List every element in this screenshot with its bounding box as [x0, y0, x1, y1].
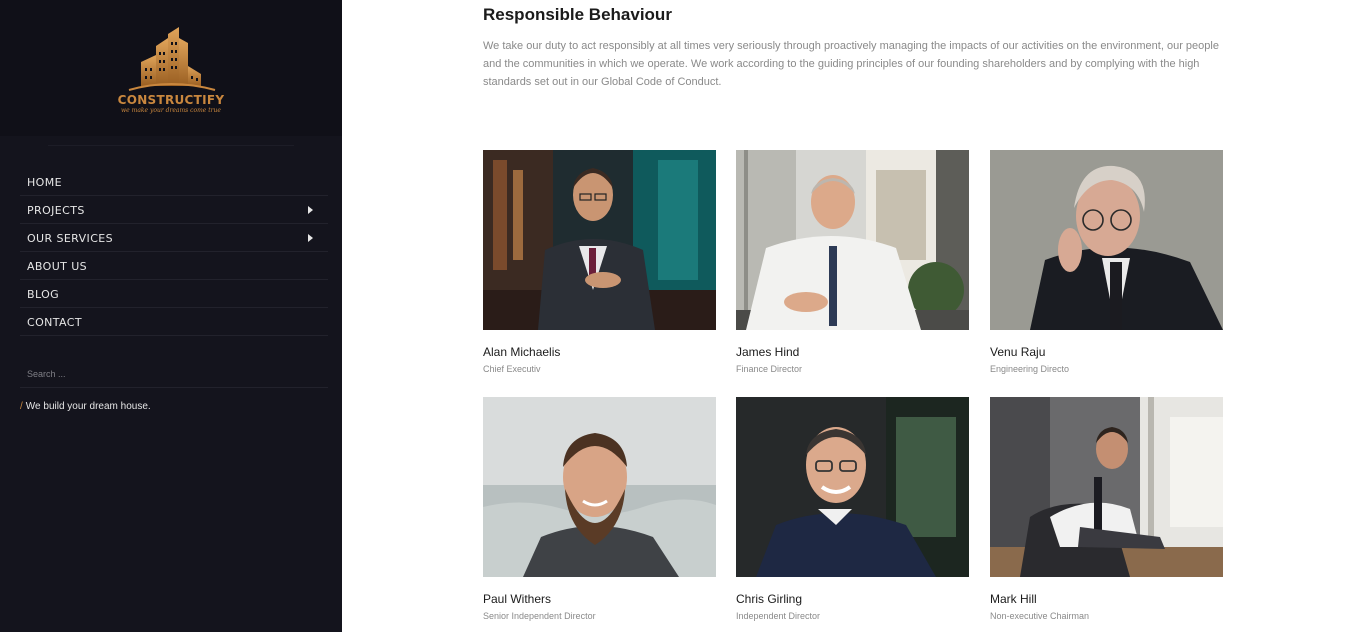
tagline-text: We build your dream house.	[25, 401, 151, 412]
nav-item-label: OUR SERVICES	[27, 232, 114, 245]
nav-item-label: ABOUT US	[27, 260, 88, 273]
member-name[interactable]: Alan Michaelis	[483, 345, 560, 359]
brand-name: CONSTRUCTIFY	[117, 93, 225, 107]
chevron-right-icon[interactable]	[308, 206, 313, 214]
nav-item-label: PROJECTS	[27, 204, 85, 217]
man-with-glasses-photo[interactable]	[990, 150, 1223, 330]
search-box	[20, 364, 328, 388]
smiling-man-with-glasses-photo[interactable]	[736, 397, 969, 577]
nav-item-label: HOME	[27, 176, 62, 189]
member-name[interactable]: Chris Girling	[736, 592, 802, 606]
seated-man-by-window-photo[interactable]	[990, 397, 1223, 577]
nav-item-projects[interactable]: PROJECTS	[20, 196, 328, 224]
member-role: Senior Independent Director	[483, 611, 596, 621]
nav-item-blog[interactable]: BLOG	[20, 280, 328, 308]
brand-tagline: we make your dreams come true	[121, 107, 221, 114]
sidebar-tagline: / We build your dream house.	[20, 401, 151, 412]
member-role: Finance Director	[736, 364, 803, 374]
member-name[interactable]: James Hind	[736, 345, 799, 359]
bearded-man-at-beach-photo[interactable]	[483, 397, 716, 577]
member-role: Engineering Directo	[990, 364, 1070, 374]
nav-item-about-us[interactable]: ABOUT US	[20, 252, 328, 280]
logo[interactable]: CONSTRUCTIFY we make your dreams come tr…	[0, 0, 342, 136]
nav-item-label: BLOG	[27, 288, 60, 301]
search-input[interactable]	[27, 369, 307, 379]
man-in-suit-with-phone-photo[interactable]	[483, 150, 716, 330]
member-role: Non-executive Chairman	[990, 611, 1090, 621]
main-nav: HOME PROJECTS OUR SERVICES ABOUT US BLOG…	[20, 168, 328, 336]
member-role: Independent Director	[736, 611, 821, 621]
member-name[interactable]: Mark Hill	[990, 592, 1037, 606]
section-title: Responsible Behaviour	[483, 5, 672, 24]
divider	[48, 145, 294, 146]
nav-item-home[interactable]: HOME	[20, 168, 328, 196]
sidebar: CONSTRUCTIFY we make your dreams come tr…	[0, 0, 342, 632]
nav-item-contact[interactable]: CONTACT	[20, 308, 328, 336]
nav-item-our-services[interactable]: OUR SERVICES	[20, 224, 328, 252]
member-name[interactable]: Venu Raju	[990, 345, 1045, 359]
member-name[interactable]: Paul Withers	[483, 592, 551, 606]
man-at-desk-photo[interactable]	[736, 150, 969, 330]
nav-item-label: CONTACT	[27, 316, 82, 329]
slash-accent: /	[20, 401, 23, 412]
chevron-right-icon[interactable]	[308, 234, 313, 242]
intro-paragraph: We take our duty to act responsibly at a…	[483, 40, 1219, 88]
member-role: Chief Executiv	[483, 364, 541, 374]
